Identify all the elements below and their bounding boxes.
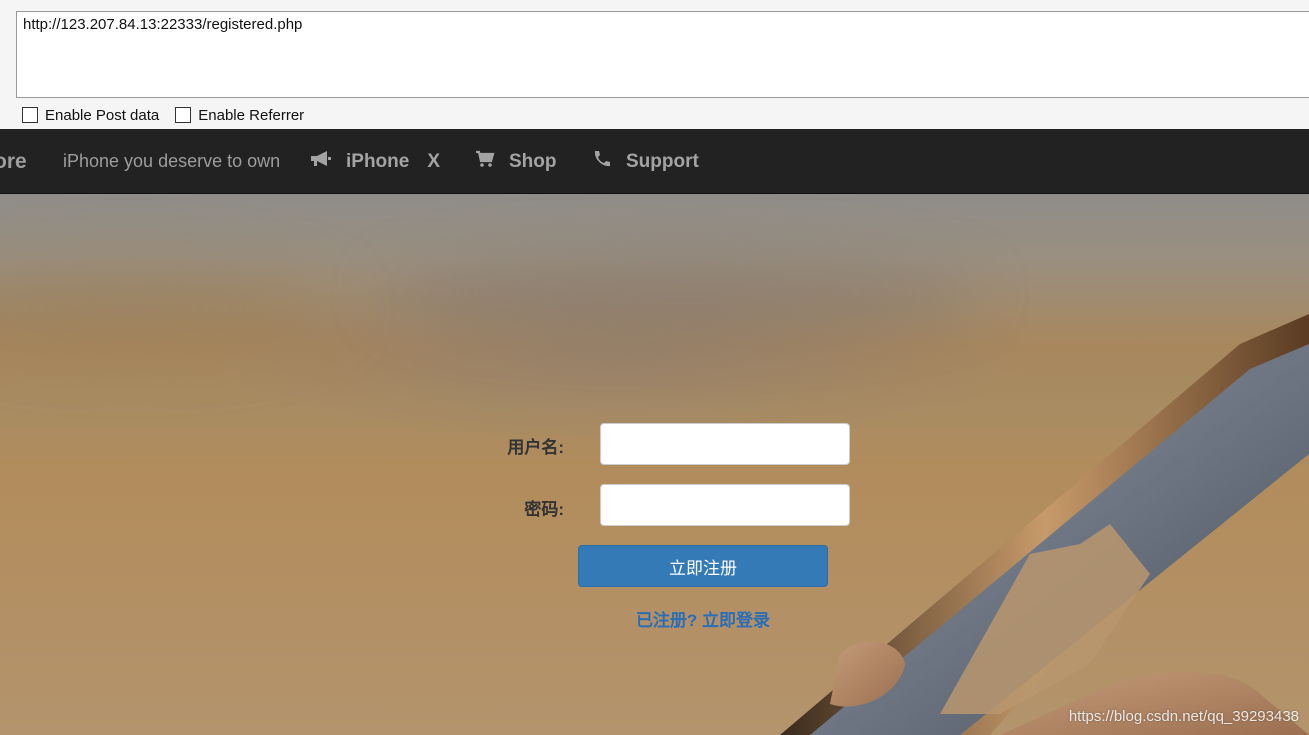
- post-data-label: Enable Post data: [45, 106, 160, 124]
- hackbar-panel: http://123.207.84.13:22333/registered.ph…: [0, 0, 1309, 129]
- referrer-label: Enable Referrer: [198, 106, 305, 124]
- username-label: 用户名:: [507, 438, 564, 457]
- tagline-link[interactable]: iPhone you deserve to own: [63, 129, 280, 194]
- referrer-checkbox[interactable]: [175, 107, 192, 123]
- username-input[interactable]: [600, 423, 850, 465]
- megaphone-icon: [310, 150, 332, 174]
- site-navbar: ore iPhone you deserve to own iPhone X S…: [0, 129, 1309, 194]
- nav-item-iphone-label: iPhone: [346, 150, 410, 172]
- nav-item-iphone[interactable]: iPhone X: [310, 129, 440, 194]
- login-link[interactable]: 已注册? 立即登录: [578, 606, 828, 631]
- nav-item-iphone-suffix: X: [427, 150, 441, 172]
- hero-background: 用户名: 密码: 立即注册 已注册? 立即登录 https://blog.csd…: [0, 194, 1309, 735]
- nav-item-shop[interactable]: Shop: [475, 129, 557, 194]
- url-textarea[interactable]: http://123.207.84.13:22333/registered.ph…: [16, 11, 1309, 98]
- cart-icon: [475, 150, 495, 174]
- nav-item-shop-label: Shop: [509, 150, 557, 172]
- register-button[interactable]: 立即注册: [578, 545, 828, 587]
- watermark-text: https://blog.csdn.net/qq_39293438: [1068, 708, 1299, 725]
- post-data-checkbox[interactable]: [22, 107, 38, 123]
- nav-item-support-label: Support: [626, 150, 699, 172]
- brand-link[interactable]: ore: [0, 129, 27, 194]
- password-input[interactable]: [600, 484, 850, 526]
- nav-item-support[interactable]: Support: [592, 129, 699, 194]
- referrer-option[interactable]: Enable Referrer: [175, 107, 304, 124]
- password-label: 密码:: [524, 500, 564, 519]
- post-data-option[interactable]: Enable Post data: [22, 107, 159, 124]
- phone-icon: [592, 149, 612, 175]
- hackbar-options: Enable Post data Enable Referrer: [22, 104, 320, 126]
